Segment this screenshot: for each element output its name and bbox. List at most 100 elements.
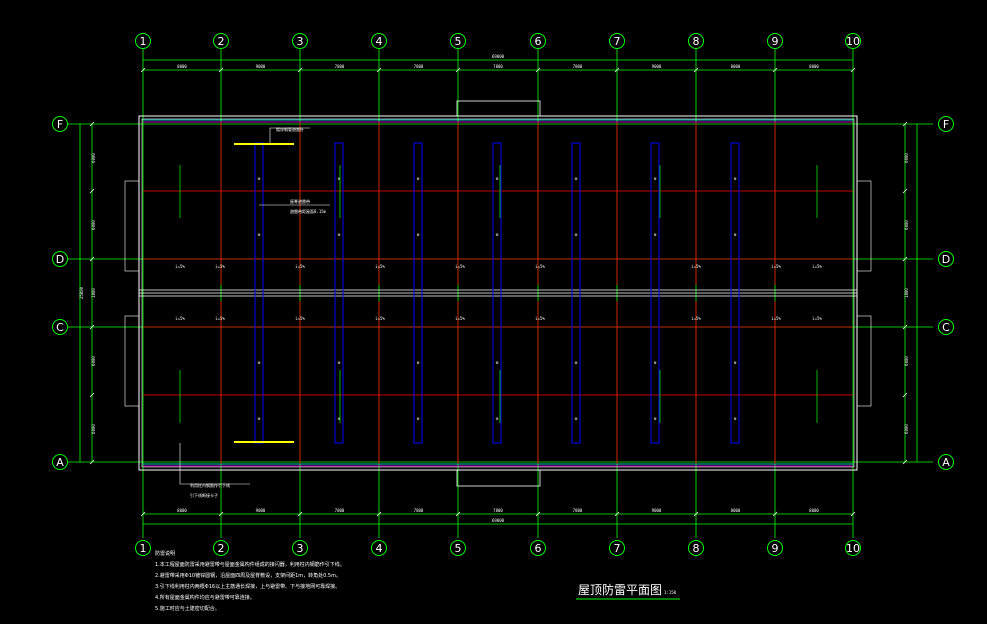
bottom-bay-dim-text: 8000 (809, 508, 819, 513)
skylight-mark: ※ (733, 176, 736, 181)
axis-label-row-A: A (56, 456, 64, 469)
note-line-2: 2.避雷带采用Φ10镀锌圆钢，沿屋面四周及屋脊敷设，支架间距1m，转角处0.5m… (155, 572, 341, 579)
skylight-mark: ※ (416, 360, 419, 365)
axis-label-col-5: 5 (455, 542, 462, 555)
axis-label-col-1: 1 (140, 542, 147, 555)
slope-label: i=5% (535, 316, 545, 321)
skylight-mark: ※ (574, 176, 577, 181)
notes-heading: 防雷说明 (155, 550, 175, 557)
slope-label: i=5% (375, 264, 385, 269)
note-line-1: 1.本工程屋面防雷采用避雷带与屋面金属构件组成的接闪器，利用柱内钢筋作引下线。 (155, 561, 345, 568)
axis-label-row-C: C (56, 321, 64, 334)
axis-label-row-A: A (942, 456, 950, 469)
top-bay-dim-text: 8000 (809, 64, 819, 69)
axis-label-col-4: 4 (376, 542, 383, 555)
slope-label: i=5% (771, 316, 781, 321)
right-bay-dim-text: 1800 (904, 288, 909, 298)
slope-label: i=5% (215, 264, 225, 269)
axis-label-col-2: 2 (218, 35, 225, 48)
skylight-mark: ※ (653, 360, 656, 365)
bottom-bay-dim-text: 7800 (335, 508, 345, 513)
axis-label-col-9: 9 (772, 35, 779, 48)
skylight-mark: ※ (416, 176, 419, 181)
slope-label: i=5% (295, 264, 305, 269)
bottom-bay-dim-text: 8000 (177, 508, 187, 513)
skylight-mark: ※ (495, 416, 498, 421)
axis-label-row-C: C (942, 321, 950, 334)
note-line-3: 3.引下线利用柱内两根Φ16以上主筋通长焊接，上与避雷带、下与接地网可靠焊接。 (155, 583, 340, 590)
skylight-mark: ※ (416, 416, 419, 421)
right-bay-dim-text: 6000 (904, 356, 909, 366)
drawing-title: 屋顶防雷平面图 (578, 582, 662, 597)
slope-label: i=5% (375, 316, 385, 321)
note-line-4: 4.所有屋面金属构件均应与避雷带可靠连接。 (155, 594, 255, 601)
top-bay-dim-text: 7800 (493, 64, 503, 69)
roof-lightning-protection-plan: 690008000 9000 7800 7800 7800 7800 9000 8000 800… (0, 0, 987, 624)
leader-note-1: 镀锌钢管避雷针 (276, 126, 304, 132)
axis-label-col-8: 8 (693, 35, 700, 48)
slope-label: i=5% (535, 264, 545, 269)
leader-note-4: 利用柱内钢筋作引下线 (190, 482, 230, 488)
left-bay-dim-text: 6000 (91, 424, 96, 434)
axis-label-col-7: 7 (614, 542, 621, 555)
axis-label-col-10: 10 (846, 542, 860, 555)
bottom-total-dim-text: 69000 (492, 518, 505, 523)
skylight-mark: ※ (495, 232, 498, 237)
skylight-mark: ※ (337, 232, 340, 237)
skylight-mark: ※ (416, 232, 419, 237)
skylight-mark: ※ (257, 232, 260, 237)
right-bay-dim-text: 6000 (904, 153, 909, 163)
top-total-dim-text: 69000 (492, 54, 505, 59)
leader-note-5: 引下线断接卡子 (190, 492, 218, 498)
bottom-bay-dim-text: 7800 (414, 508, 424, 513)
top-bay-dim-text: 7800 (573, 64, 583, 69)
slope-label: i=5% (691, 316, 701, 321)
skylight-mark: ※ (257, 176, 260, 181)
skylight-mark: ※ (574, 360, 577, 365)
skylight-mark: ※ (733, 232, 736, 237)
skylight-mark: ※ (495, 360, 498, 365)
bottom-bay-dim-text: 9000 (256, 508, 266, 513)
axis-label-col-10: 10 (846, 35, 860, 48)
drawing-scale: 1:150 (664, 590, 677, 595)
top-bay-dim-text: 8000 (731, 64, 741, 69)
slope-label: i=5% (812, 316, 822, 321)
skylight-mark: ※ (337, 360, 340, 365)
slope-label: i=5% (175, 264, 185, 269)
axis-label-row-D: D (942, 253, 950, 266)
axis-label-col-9: 9 (772, 542, 779, 555)
left-bay-dim-text: 6000 (91, 220, 96, 230)
right-bay-dim-text: 6000 (904, 424, 909, 434)
slope-label: i=5% (455, 316, 465, 321)
left-bay-dim-text: 6000 (91, 153, 96, 163)
axis-label-col-8: 8 (693, 542, 700, 555)
slope-label: i=5% (455, 264, 465, 269)
slope-label: i=5% (295, 316, 305, 321)
skylight-mark: ※ (653, 416, 656, 421)
bottom-bay-dim-text: 8000 (731, 508, 741, 513)
top-bay-dim-text: 9000 (652, 64, 662, 69)
left-bay-dim-text: 6000 (91, 356, 96, 366)
skylight-mark: ※ (495, 176, 498, 181)
axis-label-col-5: 5 (455, 35, 462, 48)
right-bay-dim-text: 6000 (904, 220, 909, 230)
skylight-mark: ※ (574, 232, 577, 237)
left-bay-dim-text: 1800 (91, 288, 96, 298)
slope-label: i=5% (691, 264, 701, 269)
axis-label-col-6: 6 (535, 35, 542, 48)
top-bay-dim-text: 9000 (256, 64, 266, 69)
skylight-mark: ※ (653, 232, 656, 237)
axis-label-col-6: 6 (535, 542, 542, 555)
slope-label: i=5% (215, 316, 225, 321)
axis-label-col-3: 3 (297, 35, 304, 48)
axis-label-col-1: 1 (140, 35, 147, 48)
bottom-bay-dim-text: 9000 (652, 508, 662, 513)
skylight-mark: ※ (257, 360, 260, 365)
leader-note-2: 屋脊避雷带 (290, 198, 310, 204)
skylight-mark: ※ (733, 416, 736, 421)
slope-label: i=5% (812, 264, 822, 269)
axis-label-col-7: 7 (614, 35, 621, 48)
top-bay-dim-text: 8000 (177, 64, 187, 69)
skylight-mark: ※ (257, 416, 260, 421)
axis-label-row-F: F (57, 118, 63, 131)
